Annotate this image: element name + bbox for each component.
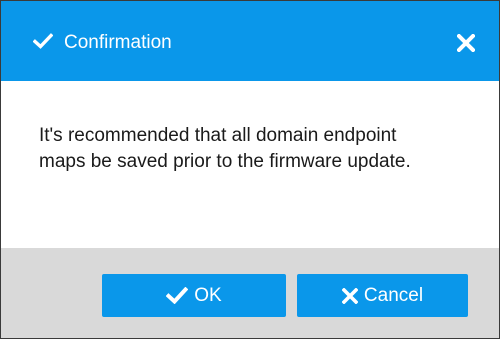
close-button[interactable] xyxy=(453,30,479,56)
dialog-footer: OK Cancel xyxy=(1,248,499,338)
ok-button-label: OK xyxy=(194,284,222,306)
dialog-title: Confirmation xyxy=(64,32,172,53)
dialog-message: It's recommended that all domain endpoin… xyxy=(39,125,411,172)
dialog-body: It's recommended that all domain endpoin… xyxy=(1,81,499,248)
check-icon xyxy=(166,287,189,304)
cancel-button-label: Cancel xyxy=(363,284,424,306)
ok-button[interactable]: OK xyxy=(102,274,286,317)
close-icon xyxy=(341,287,358,304)
confirmation-dialog: Confirmation It's recommended that all d… xyxy=(0,0,500,339)
check-icon xyxy=(32,33,54,49)
cancel-button[interactable]: Cancel xyxy=(297,274,468,317)
close-icon xyxy=(457,34,475,52)
dialog-titlebar: Confirmation xyxy=(1,1,499,81)
